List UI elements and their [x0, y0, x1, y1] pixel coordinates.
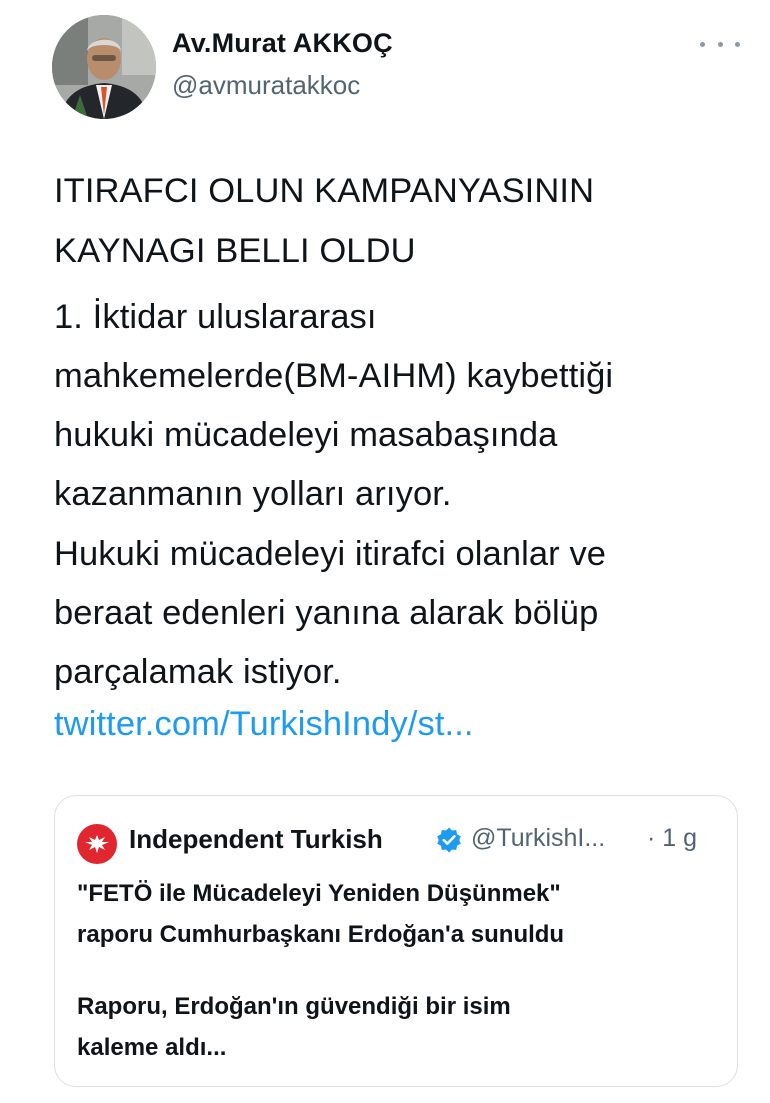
author-handle[interactable]: @avmuratakkoc: [172, 70, 360, 101]
tweet-paragraph-1: 1. İktidar uluslararası mahkemelerde(BM-…: [54, 298, 614, 513]
more-horizontal-icon[interactable]: [700, 32, 740, 56]
quoted-tweet-card[interactable]: Independent Turkish @TurkishI... · 1 g "…: [54, 795, 738, 1087]
quoted-timestamp: · 1 g: [647, 824, 698, 852]
tweet-link[interactable]: twitter.com/TurkishIndy/st...: [54, 694, 474, 754]
avatar[interactable]: [52, 15, 156, 119]
verified-badge-icon: [435, 826, 463, 854]
dot: [700, 41, 705, 47]
eagle-icon: [85, 835, 109, 853]
quoted-body: Raporu, Erdoğan'ın güvendiği bir isim ka…: [77, 993, 511, 1061]
quoted-headline: "FETÖ ile Mücadeleyi Yeniden Düşünmek" r…: [77, 880, 565, 948]
quoted-handle[interactable]: @TurkishI...: [471, 824, 605, 853]
independent-eagle-logo-icon: [77, 824, 117, 864]
dot: [717, 41, 723, 47]
author-name[interactable]: Av.Murat AKKOÇ: [172, 28, 393, 59]
profile-photo-icon: [52, 15, 156, 119]
dot: [735, 41, 740, 47]
tweet: Av.Murat AKKOÇ @avmuratakkoc ITIRAFCI OL…: [0, 0, 770, 1103]
tweet-paragraph-2: Hukuki mücadeleyi itirafci olanlar ve be…: [54, 535, 607, 691]
quoted-account-name[interactable]: Independent Turkish: [129, 824, 383, 855]
tweet-headline: ITIRAFCI OLUN KAMPANYASININ KAYNAGI BELL…: [54, 172, 595, 270]
